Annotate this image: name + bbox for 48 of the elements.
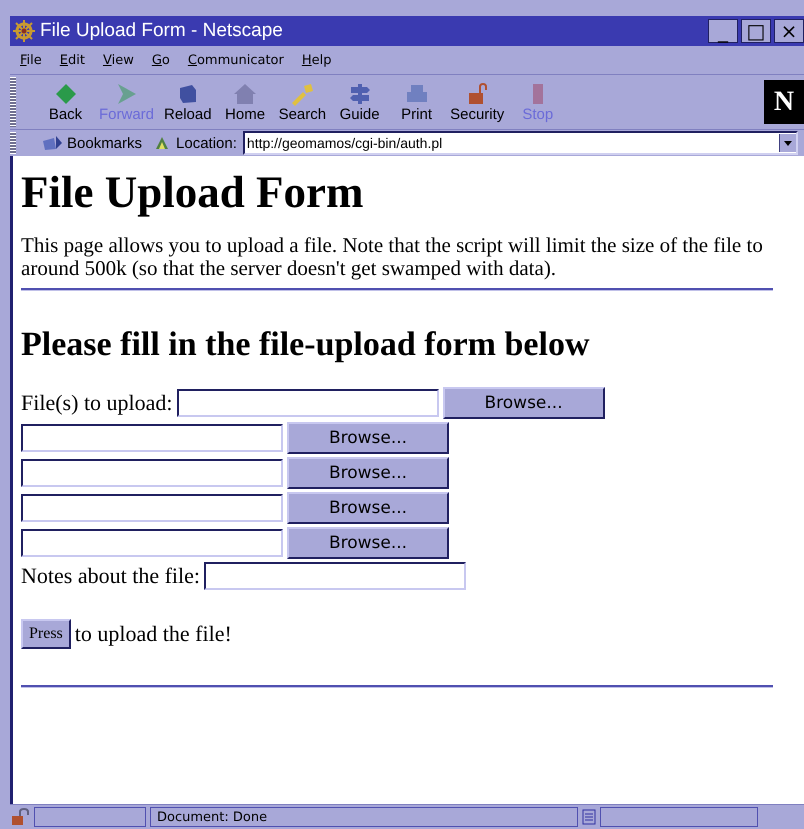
submit-hint: to upload the file! [74,621,232,647]
page-proxy-icon[interactable] [154,135,170,151]
toolbar-grip[interactable] [10,77,16,127]
field-label: Notes about the file: [21,563,200,589]
close-button[interactable]: × [774,19,804,43]
browse-button[interactable]: Browse... [287,422,449,454]
form-heading: Please fill in the file-upload form below [21,325,591,365]
page-heading: File Upload Form [21,166,364,218]
window-title: File Upload Form - Netscape [40,20,284,42]
toolbar-button[interactable]: Home [218,82,273,122]
menu-item[interactable]: File [20,52,42,68]
house-icon [232,82,258,106]
menu-item[interactable]: View [102,52,134,68]
toolbar-button[interactable]: Print [389,82,444,122]
location-label: Location: [176,134,237,152]
logo: N [764,80,804,124]
minimize-button[interactable]: _ [708,19,738,43]
intro-paragraph: This page allows you to upload a file. Note that the script will limit the size of the file to around 500k (so that the server doesn't get swamped with data). [21,234,764,280]
status-text: Document: Done [157,810,268,824]
toolbar-button[interactable]: Guide [332,82,388,122]
menu-item[interactable]: Communicator [188,52,284,68]
maximize-button[interactable]: □ [741,19,771,43]
menu-item[interactable]: Edit [60,52,85,68]
file-path-field[interactable] [21,459,283,487]
ship-wheel-icon [12,19,36,43]
toolbar-button[interactable]: Security [446,82,508,122]
toolbar-button[interactable]: Search [274,82,330,122]
file-path-field[interactable] [21,494,283,522]
component-bar-icon[interactable] [582,808,596,826]
field-label: File(s) to upload: [21,390,173,416]
url-field[interactable]: http://geomamos/cgi-bin/auth.pl [242,131,798,155]
submit-button[interactable]: Press [21,619,71,649]
padlock-icon[interactable] [10,808,30,826]
file-path-field[interactable] [176,389,439,417]
browse-button[interactable]: Browse... [287,492,449,524]
notes-field[interactable] [204,562,466,590]
menu-item[interactable]: Help [302,52,332,68]
toolbar-button[interactable]: Reload [160,82,216,122]
menu-item[interactable]: Go [152,52,170,68]
bookmarks-button[interactable]: Bookmarks [22,134,148,152]
file-path-field[interactable] [21,424,283,452]
toolbar-button[interactable]: Back [38,82,93,122]
bookmark-icon [42,135,64,151]
browse-button[interactable]: Browse... [287,457,449,489]
browse-button[interactable]: Browse... [442,387,605,419]
toolbar-grip[interactable] [10,132,16,154]
file-path-field[interactable] [21,529,283,557]
browse-button[interactable]: Browse... [287,527,449,559]
